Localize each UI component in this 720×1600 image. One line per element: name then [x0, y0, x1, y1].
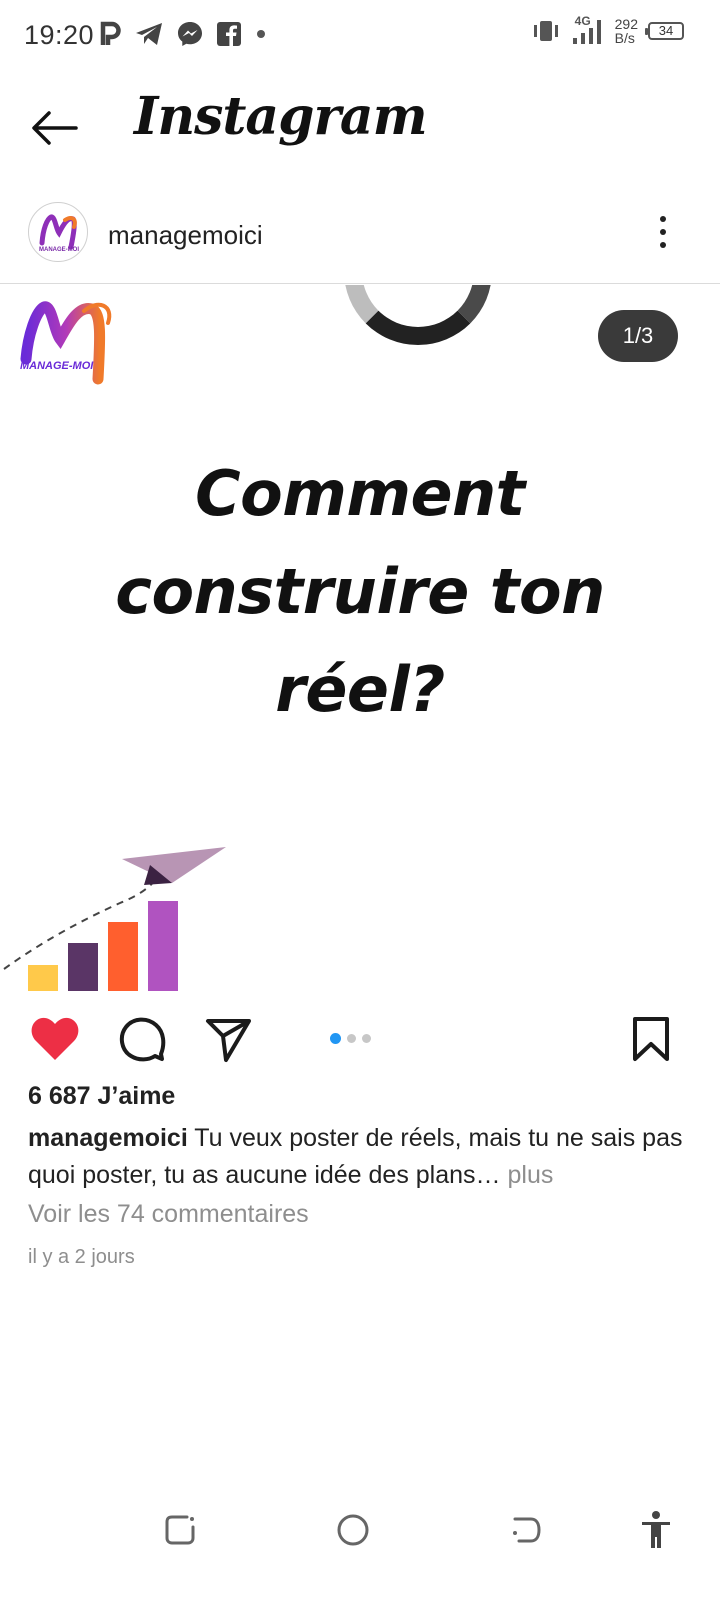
avatar[interactable]: MANAGE-MOI — [28, 202, 88, 262]
more-dot-icon — [660, 216, 666, 222]
more-dot-icon — [660, 242, 666, 248]
home-icon — [337, 1514, 369, 1546]
system-back-button[interactable] — [496, 1500, 556, 1560]
app-title: Instagram — [134, 86, 428, 147]
caption-more-link[interactable]: plus — [508, 1161, 554, 1189]
status-bar: 19:20 4G 292 B/s 34 — [0, 0, 720, 72]
post-caption: managemoici Tu veux poster de réels, mai… — [28, 1120, 698, 1194]
facebook-icon — [217, 22, 241, 46]
speed-unit: B/s — [614, 30, 635, 46]
accessibility-icon — [642, 1511, 670, 1548]
like-button[interactable] — [27, 1011, 83, 1067]
brand-logo: MANAGE-MOI — [20, 301, 112, 385]
share-button[interactable] — [200, 1011, 256, 1067]
decorative-ring — [344, 285, 492, 345]
carousel-dot-active — [330, 1033, 341, 1044]
system-icons: 4G 292 B/s 34 — [531, 14, 684, 46]
comment-icon — [119, 1017, 166, 1062]
vibrate-icon — [533, 21, 558, 41]
comment-button[interactable] — [114, 1011, 170, 1067]
post-timestamp: il y a 2 jours — [28, 1246, 135, 1268]
signal-icon — [572, 20, 601, 44]
notification-icons — [100, 20, 268, 48]
carousel-dot — [362, 1034, 371, 1043]
messenger-icon — [178, 22, 202, 46]
app-header: Instagram — [0, 72, 720, 182]
paper-plane-icon — [122, 847, 226, 883]
parking-icon — [100, 21, 121, 45]
likes-count[interactable]: 6 687 J’aime — [28, 1082, 175, 1111]
recent-apps-icon — [165, 1515, 195, 1545]
caption-username[interactable]: managemoici — [28, 1124, 188, 1152]
more-dot-icon — [660, 229, 666, 235]
status-time: 19:20 — [24, 20, 95, 50]
back-icon — [513, 1517, 541, 1543]
battery-icon: 34 — [645, 22, 684, 40]
bar — [108, 922, 138, 991]
telegram-icon — [136, 23, 162, 45]
bar — [28, 965, 58, 991]
post-image[interactable]: MANAGE-MOI 1/3 Comment construire ton ré… — [0, 285, 720, 1003]
arrow-left-icon — [32, 111, 78, 145]
page-counter: 1/3 — [598, 310, 678, 362]
dot-icon — [257, 30, 265, 38]
signal-indicator: 4G — [571, 14, 605, 46]
avatar-logo-text: MANAGE-MOI — [39, 247, 79, 253]
speed-value: 292 — [614, 16, 638, 32]
bar — [68, 943, 98, 991]
bar — [148, 901, 178, 991]
image-headline: Comment construire ton réel? — [115, 457, 605, 726]
brand-logo-text: MANAGE-MOI — [20, 360, 94, 372]
manage-moi-logo-small: MANAGE-MOI — [39, 214, 79, 253]
bookmark-icon — [633, 1017, 669, 1061]
heart-filled-icon — [31, 1017, 79, 1060]
carousel-dot — [347, 1034, 356, 1043]
post-username[interactable]: managemoici — [108, 220, 263, 251]
growth-chart-illustration — [3, 847, 226, 991]
send-icon — [206, 1019, 251, 1062]
back-button[interactable] — [28, 102, 80, 154]
recent-apps-button[interactable] — [150, 1500, 210, 1560]
system-nav-bar — [0, 1480, 720, 1600]
view-comments-link[interactable]: Voir les 74 commentaires — [28, 1200, 309, 1229]
save-button[interactable] — [623, 1011, 679, 1067]
accessibility-button[interactable] — [626, 1500, 686, 1560]
battery-level: 34 — [658, 23, 674, 38]
more-options-button[interactable] — [648, 212, 678, 252]
post-header: MANAGE-MOI managemoici — [0, 196, 720, 284]
network-speed: 292 B/s — [615, 17, 638, 45]
home-button[interactable] — [323, 1500, 383, 1560]
carousel-indicator — [330, 1033, 371, 1044]
post-actions — [0, 1003, 720, 1073]
